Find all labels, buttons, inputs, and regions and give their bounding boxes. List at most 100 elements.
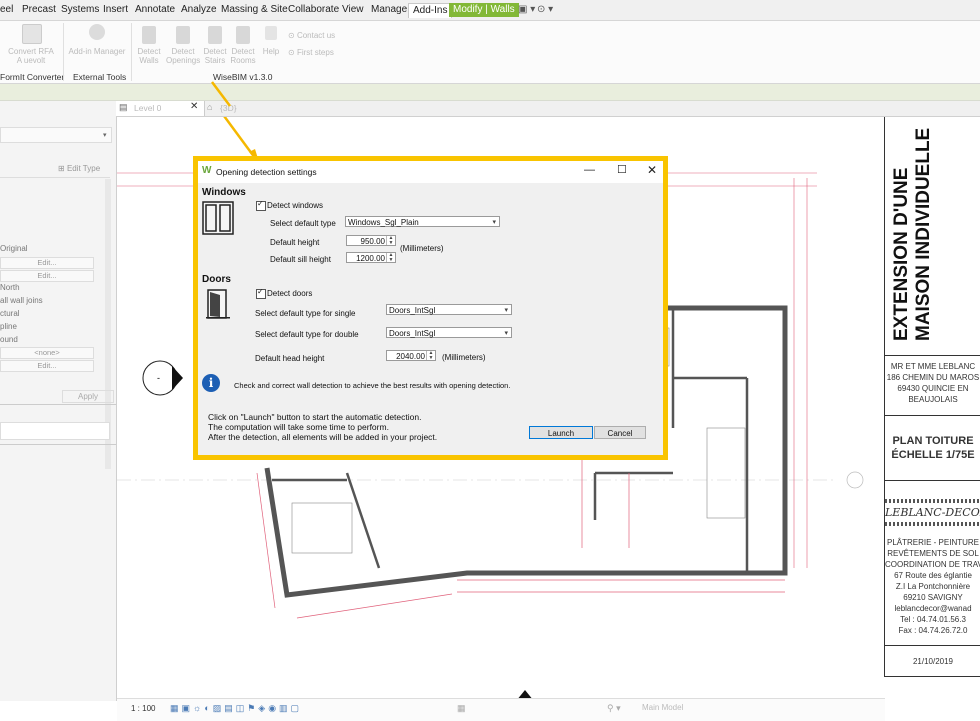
default-height-value: 950.00 [360,237,385,246]
elevation-arrow-icon [172,366,183,390]
doors-heading: Doors [202,274,231,285]
default-sill-height-label: Default sill height [270,255,331,264]
contact-us-button[interactable]: ⊙ Contact us [288,31,335,40]
first-steps-button[interactable]: ⊙ First steps [288,48,334,57]
edit-button[interactable]: Edit... [0,270,94,282]
type-selector[interactable] [0,127,112,143]
tab-analyze[interactable]: Analyze [181,3,217,17]
chevron-down-icon: ▾ [504,330,508,337]
tab-level-0[interactable]: ▤ Level 0 ✕ [116,101,205,116]
launch-button[interactable]: Launch [529,426,593,439]
property-label: all wall joins [0,296,43,305]
client-line: 69430 QUINCIE EN [897,384,969,393]
worksets-icon[interactable]: ⚲ ▾ [607,703,621,714]
head-height-input[interactable]: 2040.00 ▲ ▼ [386,350,436,361]
options-icon[interactable]: ⊙ ▾ [537,3,553,17]
view-control-bar: 1 : 100 ▦▣☼◐▨▤◫⚑◈◉▥▢ ▦ ⚲ ▾ Main Model [117,698,885,721]
detect-openings-button[interactable]: Detect Openings [166,47,200,65]
footer-line: After the detection, all elements will b… [208,432,438,442]
tab-add-ins[interactable]: Add-Ins [408,3,453,18]
company-line: leblancdecor@wanad [894,604,972,613]
detect-stairs-button[interactable]: Detect Stairs [201,47,229,65]
spinner-icon[interactable]: ▲ ▼ [386,236,395,245]
tab-systems[interactable]: Systems [61,3,99,17]
elevation-marker[interactable] [142,360,178,396]
tab-modify-walls[interactable]: Modify | Walls [449,3,519,17]
tab-steel[interactable]: eel [0,3,13,17]
close-icon[interactable]: ✕ [647,163,657,177]
windows-heading: Windows [202,187,246,198]
window-type-select[interactable]: Windows_Sgl_Plain ▾ [345,216,500,227]
tab-insert[interactable]: Insert [103,3,128,17]
dialog-title-bar[interactable]: W Opening detection settings — ☐ ✕ [198,161,663,183]
detect-windows-checkbox[interactable] [256,199,266,211]
client-line: BEAUJOLAIS [908,395,958,404]
convert-rfa-button[interactable]: Convert RFA A uevolt [2,47,60,65]
double-door-type-select[interactable]: Doors_IntSgl ▾ [386,327,512,338]
company-line: Z.I La Pontchonnière [895,582,971,591]
head-height-value: 2040.00 [396,352,425,361]
chevron-down-icon: ▾ [492,219,496,226]
hatch-band [885,522,980,526]
property-label: ound [0,335,18,344]
help-button[interactable]: Help [260,47,282,56]
drawing-date: 21/10/2019 [912,657,954,666]
minimize-icon[interactable]: — [584,164,595,176]
ribbon-panel: Convert RFA A uevolt Add-in Manager Dete… [0,21,980,84]
project-browser-search[interactable] [0,422,110,440]
title-block: EXTENSION D'UNE MAISON INDIVIDUELLE MR E… [884,117,980,677]
tab-collaborate[interactable]: Collaborate [288,3,339,17]
single-door-type-select[interactable]: Doors_IntSgl ▾ [386,304,512,315]
title-block-divider [885,645,980,646]
close-icon[interactable]: ✕ [190,101,198,112]
first-steps-label: First steps [296,48,334,57]
edit-button[interactable]: Edit... [0,360,94,372]
apply-button[interactable]: Apply [62,390,114,403]
project-title: EXTENSION D'UNE MAISON INDIVIDUELLE [891,127,934,341]
view-controls-icons[interactable]: ▦▣☼◐▨▤◫⚑◈◉▥▢ [170,703,302,714]
maximize-icon[interactable]: ☐ [617,163,627,176]
view-menu-icon[interactable]: ▣ ▾ [518,3,535,17]
dimension-line [296,593,453,619]
grid-bubble[interactable] [846,471,864,489]
detect-rooms-icon [236,26,250,44]
edit-button[interactable]: Edit... [0,257,94,269]
detect-openings-icon [176,26,190,44]
tab-manage[interactable]: Manage [371,3,407,17]
footer-line: The computation will take some time to p… [208,422,389,432]
annotation-arrow [223,117,257,159]
edit-type-button[interactable]: ⊞ Edit Type [58,164,100,173]
client-line: 186 CHEMIN DU MAROS [886,373,980,382]
filter-icon[interactable]: ▦ [457,703,466,714]
detect-doors-checkbox[interactable] [256,287,266,299]
spinner-icon[interactable]: ▲ ▼ [386,253,395,262]
detect-walls-icon [142,26,156,44]
main-model-selector[interactable]: Main Model [642,703,683,712]
tab-precast[interactable]: Precast [22,3,56,17]
room[interactable] [291,502,353,554]
properties-panel: ▾ ⊞ Edit Type Original Edit... Edit... N… [0,101,117,701]
tab-massing-site[interactable]: Massing & Site [221,3,288,17]
spinner-icon[interactable]: ▲ ▼ [426,351,435,360]
default-height-input[interactable]: 950.00 ▲ ▼ [346,235,396,246]
detect-walls-button[interactable]: Detect Walls [135,47,163,65]
company-line: REVÊTEMENTS DE SOL [887,549,979,558]
default-height-label: Default height [270,238,320,247]
single-door-type-value: Doors_IntSgl [389,306,436,315]
default-sill-height-input[interactable]: 1200.00 ▲ ▼ [346,252,396,263]
panel-divider [0,444,116,445]
add-in-manager-button[interactable]: Add-in Manager [66,47,128,56]
tab-view[interactable]: View [342,3,364,17]
none-value[interactable]: <none> [0,347,94,359]
company-line: COORDINATION DE TRAV [885,560,980,569]
window-icon [202,201,234,235]
ribbon-divider [131,23,132,81]
room[interactable] [706,427,746,519]
group-external-tools: External Tools [73,72,127,82]
tab-annotate[interactable]: Annotate [135,3,175,17]
group-formit-converter: FormIt Converter [0,72,65,82]
view-scale[interactable]: 1 : 100 [131,704,155,713]
cancel-button[interactable]: Cancel [594,426,646,439]
title-block-divider [885,480,980,481]
detect-rooms-button[interactable]: Detect Rooms [229,47,257,65]
